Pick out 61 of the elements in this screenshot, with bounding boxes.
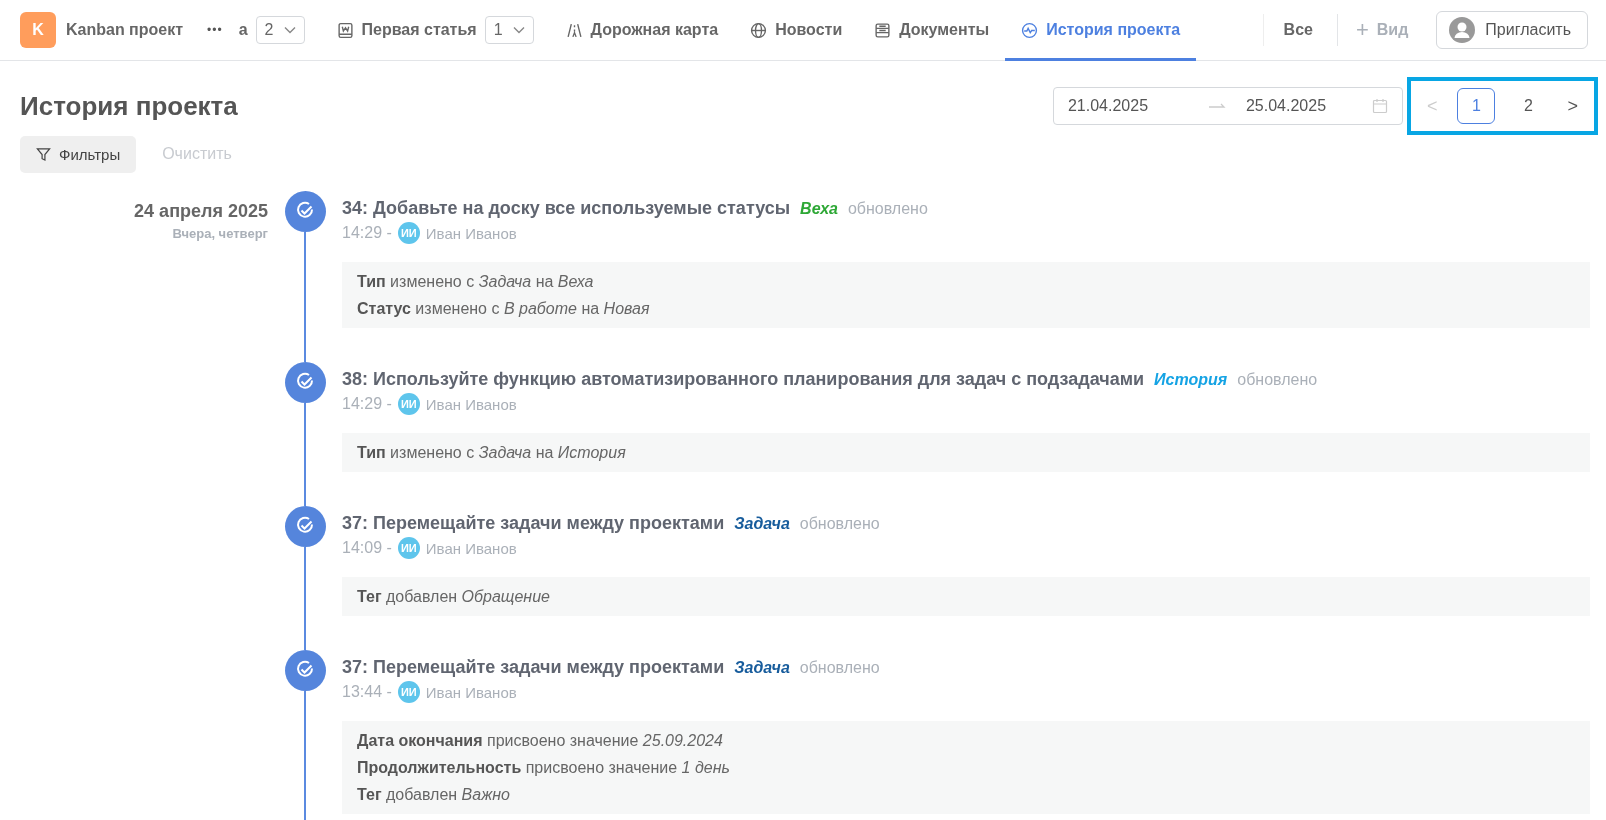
next-page-button[interactable]: > (1561, 95, 1584, 117)
action-label: обновлено (847, 200, 928, 218)
calendar-icon (1371, 98, 1388, 114)
type-label: История (1154, 371, 1228, 389)
event-time: 14:09 - (342, 539, 392, 557)
user-name: Иван Иванов (425, 539, 517, 557)
tab[interactable]: а 2 (238, 0, 321, 61)
change-line: Тип изменено с Задача на История (357, 443, 627, 462)
change-line: Тип изменено с Задача на Веха (357, 272, 595, 291)
user-name: Иван Иванов (425, 683, 517, 701)
day-date: 24 апреля 2025 (133, 201, 268, 222)
change-line: Дата окончания присвоено значение 25.09.2024 (357, 731, 724, 750)
user-avatar: ИИ (397, 681, 420, 703)
pulse-icon (1021, 21, 1039, 39)
event-title[interactable]: 37: Перемещайте задачи между проектами (342, 657, 725, 678)
caret-icon (283, 26, 296, 34)
change-line: Статус изменено с В работе на Новая (357, 299, 651, 318)
road-icon (565, 21, 583, 39)
user-name: Иван Иванов (425, 224, 517, 242)
layers-icon (874, 21, 892, 39)
day-subtitle: Вчера, четверг (171, 226, 268, 241)
page-title: История проекта (20, 90, 238, 122)
action-label: обновлено (1237, 371, 1318, 389)
action-label: обновлено (799, 515, 880, 533)
user-avatar: ИИ (397, 393, 420, 415)
type-label: Веха (800, 200, 838, 218)
page-button[interactable]: 1 (1457, 88, 1496, 124)
count-select[interactable]: 1 (484, 16, 534, 44)
tab[interactable]: Первая статья 1 (320, 0, 550, 61)
count-select[interactable]: 2 (255, 16, 305, 44)
tab[interactable]: Документы (858, 0, 1006, 61)
tab[interactable]: История проекта (1005, 0, 1197, 61)
tab[interactable]: Дорожная карта (549, 0, 735, 61)
filters-button[interactable]: Фильтры (20, 135, 137, 173)
invite-button[interactable]: Пригласить (1436, 11, 1588, 49)
more-button[interactable]: ••• (201, 22, 229, 38)
type-label: Задача (734, 515, 790, 533)
type-label: Задача (734, 659, 790, 677)
book-icon (336, 21, 354, 39)
user-avatar: ИИ (397, 537, 420, 559)
user-avatar: ИИ (397, 222, 420, 244)
tab[interactable]: Новости (734, 0, 859, 61)
event-time: 14:29 - (342, 224, 392, 242)
action-label: обновлено (799, 659, 880, 677)
change-line: Тег добавлен Обращение (357, 587, 551, 606)
filter-icon (36, 146, 51, 162)
change-line: Продолжительность присвоено значение 1 день (357, 758, 731, 777)
avatar-icon (1449, 17, 1476, 43)
user-name: Иван Иванов (425, 395, 517, 413)
project-name[interactable]: Kanban проект (66, 21, 184, 39)
event-time: 14:29 - (342, 395, 392, 413)
caret-icon (512, 26, 525, 34)
event-title[interactable]: 37: Перемещайте задачи между проектами (342, 513, 725, 534)
page-button[interactable]: 2 (1509, 88, 1548, 124)
all-tab[interactable]: Все (1262, 14, 1338, 46)
event-time: 13:44 - (342, 683, 392, 701)
date-range-field[interactable]: 21.04.2025 25.04.2025 (1052, 87, 1403, 125)
change-line: Тег добавлен Важно (357, 785, 511, 804)
event-title[interactable]: 38: Используйте функцию автоматизированного планирования для задач с подзадачами (342, 369, 1145, 390)
globe-icon (750, 21, 768, 39)
event-title[interactable]: 34: Добавьте на доску все используемые статусы (342, 198, 791, 219)
